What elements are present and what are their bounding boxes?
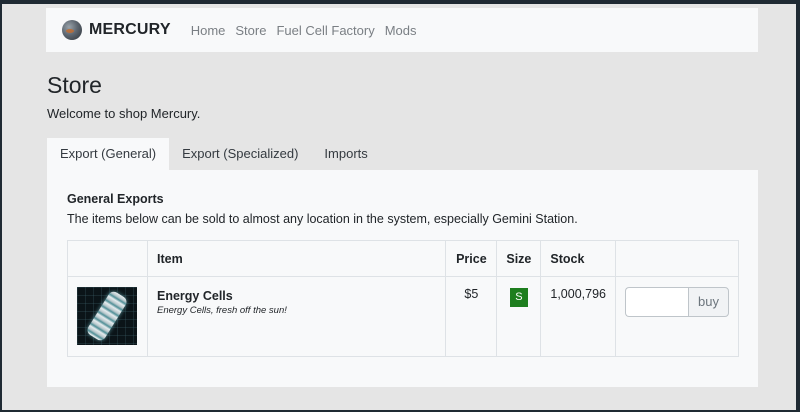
brand-name: MERCURY bbox=[89, 21, 171, 38]
nav-link-store[interactable]: Store bbox=[235, 23, 266, 38]
tab-export-general[interactable]: Export (General) bbox=[47, 138, 170, 170]
tab-bar: Export (General) Export (Specialized) Im… bbox=[47, 138, 381, 170]
navbar: MERCURY Home Store Fuel Cell Factory Mod… bbox=[46, 8, 758, 52]
nav-link-home[interactable]: Home bbox=[191, 23, 226, 38]
size-badge: S bbox=[509, 288, 528, 307]
item-size-cell: S bbox=[496, 276, 542, 357]
page-subtitle: Welcome to shop Mercury. bbox=[47, 106, 201, 121]
item-stock: 1,000,796 bbox=[540, 276, 616, 357]
buy-cell: buy bbox=[615, 276, 739, 357]
item-price: $5 bbox=[445, 276, 498, 357]
tab-imports[interactable]: Imports bbox=[311, 138, 380, 170]
page-title: Store bbox=[47, 72, 102, 98]
nav-link-mods[interactable]: Mods bbox=[385, 23, 417, 38]
item-name: Energy Cells bbox=[156, 289, 233, 303]
table-header-row: Item Price Size Stock bbox=[67, 240, 739, 277]
item-cell: Energy Cells Energy Cells, fresh off the… bbox=[146, 276, 447, 357]
header-item: Item bbox=[146, 240, 447, 277]
section-title: General Exports bbox=[67, 192, 164, 206]
tab-panel: General Exports The items below can be s… bbox=[47, 170, 758, 387]
section-description: The items below can be sold to almost an… bbox=[67, 212, 578, 226]
header-action bbox=[615, 240, 739, 277]
header-image bbox=[67, 240, 148, 277]
buy-button[interactable]: buy bbox=[688, 287, 729, 317]
quantity-input[interactable] bbox=[625, 287, 688, 317]
brand[interactable]: MERCURY bbox=[62, 20, 171, 40]
tab-export-specialized[interactable]: Export (Specialized) bbox=[169, 138, 311, 170]
page-background: MERCURY Home Store Fuel Cell Factory Mod… bbox=[2, 4, 796, 410]
planet-logo-icon bbox=[62, 20, 82, 40]
header-stock: Stock bbox=[540, 240, 616, 277]
header-size: Size bbox=[496, 240, 542, 277]
header-price: Price bbox=[445, 240, 498, 277]
energy-cell-icon bbox=[77, 287, 137, 345]
store-table: Item Price Size Stock Energy Cells Energ… bbox=[67, 240, 739, 357]
item-image-cell bbox=[67, 276, 148, 357]
nav-link-fuel-cell-factory[interactable]: Fuel Cell Factory bbox=[276, 23, 374, 38]
item-description: Energy Cells, fresh off the sun! bbox=[156, 305, 287, 316]
buy-group: buy bbox=[625, 287, 729, 317]
table-row: Energy Cells Energy Cells, fresh off the… bbox=[67, 276, 739, 357]
